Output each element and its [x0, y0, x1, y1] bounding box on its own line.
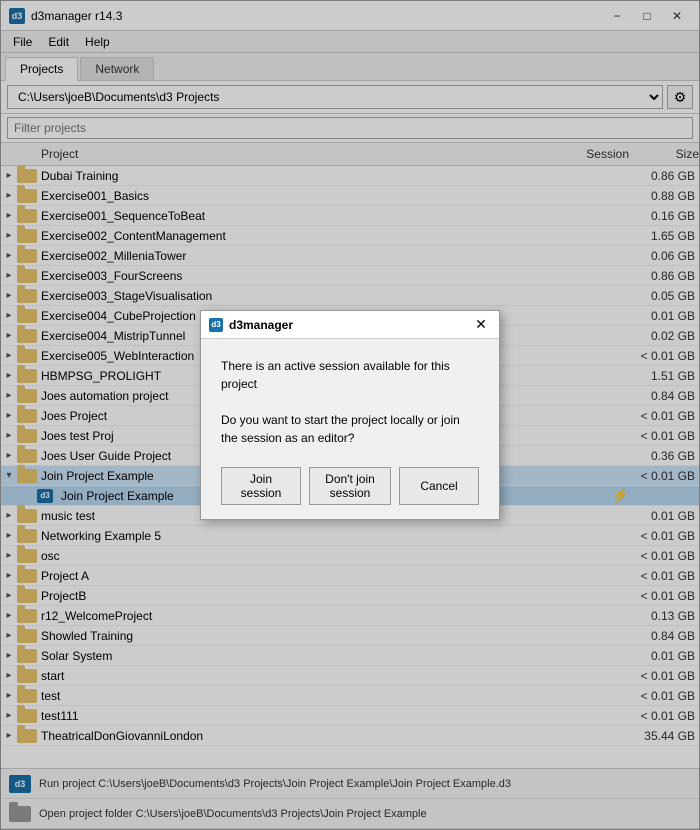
- dialog-buttons: Join session Don't join session Cancel: [221, 467, 479, 505]
- dialog-overlay: d3 d3manager ✕ There is an active sessio…: [0, 0, 700, 830]
- dialog-icon: d3: [209, 318, 223, 332]
- dialog-title-bar: d3 d3manager ✕: [201, 311, 499, 339]
- dialog-title: d3manager: [229, 318, 471, 332]
- dialog: d3 d3manager ✕ There is an active sessio…: [200, 310, 500, 520]
- dialog-body: There is an active session available for…: [201, 339, 499, 519]
- dont-join-session-button[interactable]: Don't join session: [309, 467, 391, 505]
- join-session-button[interactable]: Join session: [221, 467, 301, 505]
- dialog-message-line1: There is an active session available for…: [221, 357, 479, 393]
- cancel-button[interactable]: Cancel: [399, 467, 479, 505]
- dialog-close-button[interactable]: ✕: [471, 315, 491, 335]
- dialog-message-line2: Do you want to start the project locally…: [221, 411, 479, 447]
- dialog-message: There is an active session available for…: [221, 357, 479, 447]
